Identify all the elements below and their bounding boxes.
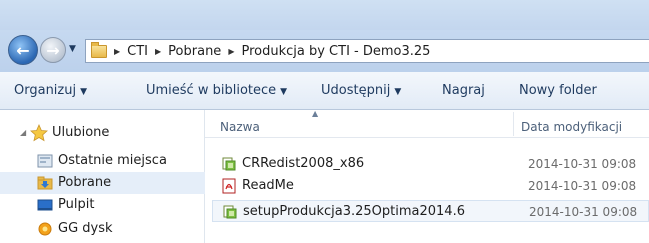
navigation-bar: ← → ▼ ▶ CTI ▶ Pobrane ▶ Produkcja by CTI… — [0, 30, 649, 72]
downloads-folder-icon — [37, 176, 53, 190]
installer-icon — [223, 205, 237, 219]
gg-drive-icon — [38, 222, 52, 236]
expand-triangle-icon[interactable]: ◢ — [20, 128, 26, 137]
installer-icon — [222, 157, 236, 171]
include-in-library-button[interactable]: Umieść w bibliotece ▼ — [146, 83, 287, 98]
back-arrow-icon: ← — [16, 40, 30, 60]
column-divider[interactable] — [513, 112, 514, 136]
window-title-bar — [0, 0, 649, 30]
address-bar[interactable]: ▶ CTI ▶ Pobrane ▶ Produkcja by CTI - Dem… — [85, 39, 649, 63]
file-name: setupProdukcja3.25Optima2014.6 — [243, 204, 465, 219]
chevron-right-icon[interactable]: ▶ — [114, 47, 120, 56]
breadcrumb-current-folder[interactable]: Produkcja by CTI - Demo3.25 — [241, 44, 430, 59]
new-folder-button[interactable]: Nowy folder — [519, 83, 597, 98]
column-header-name[interactable]: Nazwa — [220, 120, 260, 134]
chevron-down-icon: ▼ — [394, 87, 402, 97]
column-header-date-modified[interactable]: Data modyfikacji — [521, 120, 622, 134]
file-row[interactable]: CRRedist2008_x86 2014-10-31 09:08 — [212, 153, 649, 175]
nav-item-downloads[interactable]: Pobrane — [0, 172, 205, 194]
chevron-right-icon[interactable]: ▶ — [228, 47, 234, 56]
organize-button[interactable]: Organizuj ▼ — [14, 83, 87, 98]
file-date-modified: 2014-10-31 09:08 — [529, 205, 638, 219]
file-name: CRRedist2008_x86 — [242, 156, 365, 171]
chevron-down-icon: ▼ — [280, 87, 288, 97]
breadcrumb-cti[interactable]: CTI — [127, 44, 148, 59]
navigation-pane: ◢ Ulubione Ostatnie miejsca Pobrane Pulp… — [0, 110, 205, 243]
recent-pages-button[interactable]: ▼ — [69, 44, 76, 54]
nav-favorites[interactable]: ◢ Ulubione — [0, 122, 205, 144]
chevron-right-icon[interactable]: ▶ — [155, 47, 161, 56]
command-bar: Organizuj ▼ Umieść w bibliotece ▼ Udostępn… — [0, 72, 649, 110]
chevron-down-icon: ▼ — [80, 87, 88, 97]
recent-places-icon — [37, 154, 53, 168]
column-header-row: ▲ Nazwa Data modyfikacji — [205, 109, 649, 138]
nav-item-desktop[interactable]: Pulpit — [0, 194, 205, 216]
forward-arrow-icon: → — [46, 40, 60, 60]
share-button[interactable]: Udostępnij ▼ — [321, 83, 401, 98]
forward-button[interactable]: → — [40, 37, 66, 63]
nav-item-recent-places[interactable]: Ostatnie miejsca — [0, 150, 205, 172]
star-icon — [30, 124, 48, 142]
file-date-modified: 2014-10-31 09:08 — [528, 157, 637, 171]
folder-icon — [91, 41, 107, 58]
file-date-modified: 2014-10-31 09:08 — [528, 179, 637, 193]
file-row[interactable]: ReadMe 2014-10-31 09:08 — [212, 175, 649, 197]
burn-button[interactable]: Nagraj — [442, 83, 485, 98]
file-row-selected[interactable]: setupProdukcja3.25Optima2014.6 2014-10-3… — [212, 200, 649, 222]
chevron-down-icon: ▼ — [69, 44, 76, 54]
sort-ascending-icon: ▲ — [312, 109, 319, 118]
back-button[interactable]: ← — [8, 35, 38, 65]
pdf-icon — [222, 178, 236, 194]
file-name: ReadMe — [242, 178, 294, 193]
desktop-icon — [37, 199, 53, 211]
breadcrumb-pobrane[interactable]: Pobrane — [168, 44, 221, 59]
nav-item-gg-drive[interactable]: GG dysk — [0, 218, 205, 240]
